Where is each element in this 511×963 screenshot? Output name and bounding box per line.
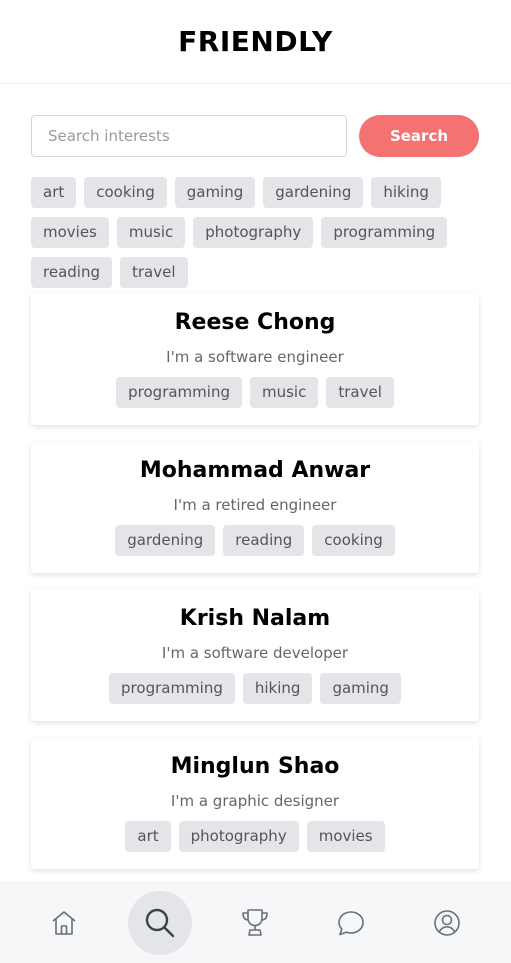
interest-chip[interactable]: gaming [174,177,256,208]
profile-list: Reese Chong I'm a software engineer prog… [31,293,479,885]
profile-tag: movies [306,821,385,852]
interest-chip[interactable]: cooking [84,177,167,208]
nav-profile[interactable] [415,891,479,955]
search-bar: Search [31,115,479,157]
profile-name: Mohammad Anwar [139,458,371,483]
nav-search[interactable] [127,891,192,955]
profile-tag: gardening [115,525,216,556]
profile-tag: reading [223,525,305,556]
profile-name: Minglun Shao [170,754,340,779]
interest-chip[interactable]: photography [193,217,314,248]
profile-tags: gardening reading cooking [115,525,395,556]
profile-bio: I'm a graphic designer [170,792,340,810]
interest-filter-chips: art cooking gaming gardening hiking movi… [31,177,483,288]
search-button[interactable]: Search [359,115,479,157]
nav-home[interactable] [32,891,96,955]
profile-tag: photography [178,821,299,852]
interest-chip[interactable]: movies [31,217,109,248]
profile-name: Krish Nalam [179,606,331,631]
nav-chat[interactable] [319,891,383,955]
profile-tags: programming music travel [116,377,394,408]
nav-trophy[interactable] [223,891,287,955]
search-input[interactable] [31,115,347,157]
interest-chip[interactable]: reading [31,257,112,288]
app-root: FRIENDLY Search art cooking gaming garde… [0,0,511,963]
bottom-nav [0,882,511,963]
interest-chip[interactable]: music [116,217,186,248]
profile-card[interactable]: Reese Chong I'm a software engineer prog… [31,293,479,425]
profile-icon [434,910,460,936]
app-header: FRIENDLY [0,0,511,84]
profile-tag: hiking [242,673,313,704]
profile-tags: art photography movies [125,821,385,852]
search-icon [145,908,174,938]
interest-chip[interactable]: art [31,177,77,208]
app-title: FRIENDLY [178,25,333,58]
profile-bio: I'm a software engineer [166,348,344,366]
profile-card[interactable]: Minglun Shao I'm a graphic designer art … [31,737,479,869]
profile-name: Reese Chong [174,310,336,335]
profile-card[interactable]: Krish Nalam I'm a software developer pro… [31,589,479,721]
interest-chip[interactable]: programming [321,217,448,248]
chat-icon [338,911,365,936]
profile-tags: programming hiking gaming [109,673,401,704]
profile-bio: I'm a software developer [161,644,349,662]
home-icon [52,911,76,935]
profile-tag: cooking [312,525,395,556]
interest-chip[interactable]: hiking [371,177,441,208]
trophy-icon [242,909,269,936]
profile-tag: travel [326,377,394,408]
profile-bio: I'm a retired engineer [173,496,337,514]
profile-tag: music [249,377,319,408]
profile-tag: art [125,821,171,852]
profile-tag: gaming [320,673,401,704]
profile-tag: programming [109,673,235,704]
profile-card[interactable]: Mohammad Anwar I'm a retired engineer ga… [31,441,479,573]
interest-chip[interactable]: travel [119,257,188,288]
profile-tag: programming [116,377,242,408]
interest-chip[interactable]: gardening [263,177,364,208]
